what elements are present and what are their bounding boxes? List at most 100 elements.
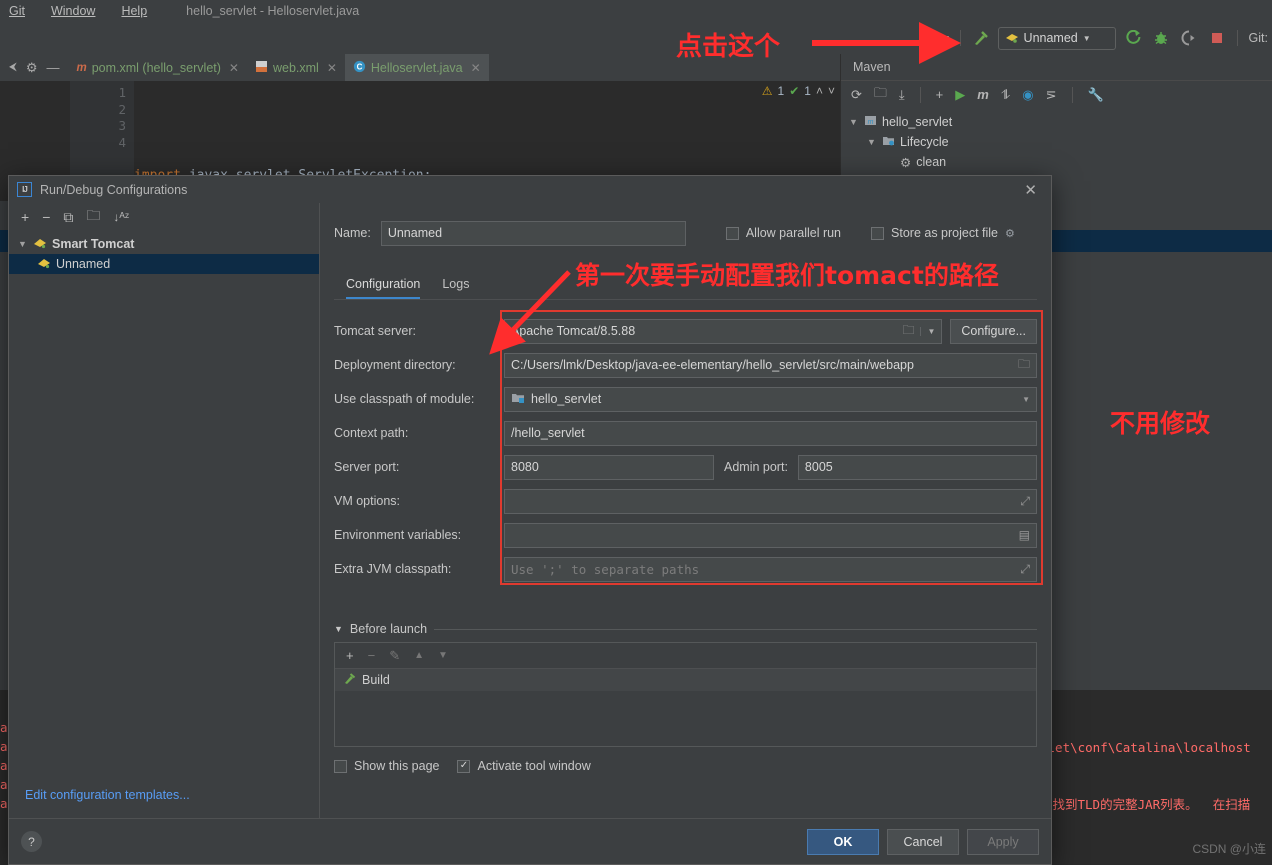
sort-icon[interactable]: ↓ᴬᶻ (113, 210, 129, 224)
move-down-icon[interactable]: ▼ (438, 650, 448, 661)
menu-item-git[interactable]: Git (4, 2, 30, 20)
chevron-down-icon[interactable]: ▼ (1022, 395, 1030, 404)
before-launch-title: Before launch (349, 622, 428, 636)
new-folder-icon[interactable]: 🗀 (86, 205, 100, 229)
maven-toolbar-separator (919, 86, 921, 103)
reload-icon[interactable]: ⟳ (851, 87, 862, 103)
chevron-down-icon[interactable]: ▼ (849, 117, 859, 127)
collapse-all-icon[interactable]: ⋝ (1046, 87, 1057, 103)
edit-configuration-templates-link[interactable]: Edit configuration templates... (25, 788, 190, 802)
ok-button[interactable]: OK (807, 828, 879, 855)
window-title: hello_servlet - Helloservlet.java (186, 4, 360, 18)
deployment-directory-input[interactable]: C:/Users/lmk/Desktop/java-ee-elementary/… (504, 352, 1037, 378)
prev-highlight-icon[interactable]: ˄ (816, 84, 823, 98)
inspection-widget[interactable]: ⚠ 1 ✔ 1 ˄ ˅ (762, 84, 835, 98)
expand-icon[interactable]: ⤢ (1020, 562, 1030, 577)
editor-tab-helloservlet-java[interactable]: C Helloservlet.java ✕ (344, 54, 489, 81)
configure-button[interactable]: Configure... (950, 318, 1037, 344)
edit-icon[interactable]: ✎ (389, 648, 400, 664)
git-widget-label[interactable]: Git: (1247, 31, 1268, 45)
allow-parallel-run-checkbox[interactable]: Allow parallel run (725, 226, 841, 240)
vm-options-input[interactable]: ⤢ (504, 488, 1037, 514)
toggle-skip-tests-icon[interactable]: ⥮ (1001, 87, 1010, 103)
context-path-input[interactable]: /hello_servlet (504, 420, 1037, 446)
remove-icon[interactable]: − (42, 209, 50, 225)
editor-tab-pom-xml[interactable]: m pom.xml (hello_servlet) ✕ (68, 54, 247, 81)
name-input[interactable]: Unnamed (380, 220, 686, 246)
config-tree-node-unnamed[interactable]: Unnamed (9, 254, 319, 274)
stop-icon[interactable] (1206, 27, 1228, 49)
cancel-button[interactable]: Cancel (887, 828, 959, 855)
run-debug-configurations-dialog: IJ Run/Debug Configurations ✕ + − ⧉ 🗀 ↓ᴬ… (8, 175, 1052, 865)
close-icon[interactable]: ✕ (1018, 181, 1043, 199)
folder-icon[interactable]: 🗀 (902, 321, 914, 342)
run-configuration-selector[interactable]: Unnamed ▼ (997, 26, 1116, 50)
maven-tree-node-label: Lifecycle (900, 135, 949, 149)
settings-wrench-icon[interactable]: 🔧 (1088, 87, 1104, 103)
build-hammer-icon[interactable] (970, 27, 992, 49)
tab-configuration[interactable]: Configuration (346, 277, 420, 299)
context-path-row: Context path: /hello_servlet (334, 416, 1037, 450)
apply-button[interactable]: Apply (967, 828, 1039, 855)
folder-icon[interactable]: 🗀 (1018, 355, 1030, 376)
add-maven-project-icon[interactable]: 🗀 (874, 84, 887, 106)
editor-tab-web-xml[interactable]: web.xml ✕ (247, 54, 345, 81)
server-port-input[interactable]: 8080 (504, 454, 714, 480)
environment-variables-input[interactable]: ▤ (504, 522, 1037, 548)
tomcat-server-input[interactable]: Apache Tomcat/8.5.88 🗀 ▼ (504, 318, 943, 344)
move-up-icon[interactable]: ▲ (414, 650, 424, 661)
close-icon[interactable]: ✕ (327, 61, 337, 75)
close-icon[interactable]: ✕ (229, 61, 239, 75)
use-classpath-of-module-value: hello_servlet (531, 392, 602, 406)
chevron-down-icon[interactable]: ▼ (867, 137, 877, 147)
maven-tree-node-hello-servlet[interactable]: ▼ m hello_servlet (841, 112, 1272, 132)
add-icon[interactable]: + (21, 209, 29, 225)
hide-icon[interactable]: — (46, 60, 59, 75)
configuration-tree[interactable]: ▼ Smart Tomcat Unnamed (9, 231, 319, 772)
maven-tree-node-lifecycle[interactable]: ▼ Lifecycle (841, 132, 1272, 152)
maven-tree-node-clean[interactable]: ⚙ clean (841, 152, 1272, 172)
maven-project-tree[interactable]: ▼ m hello_servlet ▼ Lifecycle ⚙ clean (841, 108, 1272, 172)
profiles-icon[interactable]: ◉ (1022, 87, 1033, 103)
chevron-down-icon[interactable]: ▼ (920, 326, 935, 336)
before-launch-item-build[interactable]: Build (335, 669, 1036, 691)
tab-logs[interactable]: Logs (442, 277, 469, 299)
run-with-coverage-icon[interactable] (1178, 27, 1200, 49)
config-tree-node-smart-tomcat[interactable]: ▼ Smart Tomcat (9, 234, 319, 254)
copy-icon[interactable]: ⧉ (63, 209, 73, 226)
tomcat-server-field-wrap: Apache Tomcat/8.5.88 🗀 ▼ Configure... (504, 318, 1037, 344)
download-sources-icon[interactable]: ⤓ (899, 87, 905, 103)
run-icon[interactable] (1122, 27, 1144, 49)
gear-icon[interactable]: ⚙ (1005, 227, 1015, 240)
chevron-down-icon[interactable]: ▼ (18, 239, 28, 249)
menu-item-help[interactable]: Help (116, 2, 152, 20)
user-avatar-icon[interactable] (929, 27, 951, 49)
close-icon[interactable]: ✕ (471, 61, 481, 75)
show-this-page-checkbox[interactable]: Show this page (334, 759, 439, 773)
activate-tool-window-checkbox[interactable]: ✓ Activate tool window (457, 759, 591, 773)
add-icon[interactable]: + (346, 648, 354, 663)
execute-maven-goal-icon[interactable]: m (977, 87, 989, 102)
before-launch-header[interactable]: ▼ Before launch (334, 622, 1037, 636)
remove-icon[interactable]: − (368, 648, 376, 663)
environment-variables-row: Environment variables: ▤ (334, 518, 1037, 552)
chevron-down-icon: ▼ (1082, 33, 1091, 43)
extra-jvm-classpath-input[interactable]: Use ';' to separate paths ⤢ (504, 556, 1037, 582)
add-icon[interactable]: + (936, 87, 944, 102)
collapse-all-icon[interactable]: ⮜ (9, 61, 17, 74)
help-icon[interactable]: ? (21, 831, 42, 852)
configuration-tree-footer: Edit configuration templates... (9, 772, 319, 818)
chevron-down-icon[interactable]: ▼ (334, 624, 343, 634)
list-icon[interactable]: ▤ (1019, 528, 1030, 542)
use-classpath-of-module-dropdown[interactable]: hello_servlet ▼ (504, 386, 1037, 412)
debug-icon[interactable] (1150, 27, 1172, 49)
gear-icon[interactable]: ⚙ (26, 60, 38, 76)
expand-icon[interactable]: ⤢ (1020, 494, 1030, 509)
line-number: 3 (118, 118, 126, 134)
admin-port-input[interactable]: 8005 (797, 454, 1037, 480)
menu-item-window[interactable]: Window (46, 2, 100, 20)
store-as-project-file-checkbox[interactable]: Store as project file ⚙ (871, 226, 1015, 240)
run-maven-goal-icon[interactable]: ▶ (955, 87, 965, 103)
next-highlight-icon[interactable]: ˅ (828, 84, 835, 98)
